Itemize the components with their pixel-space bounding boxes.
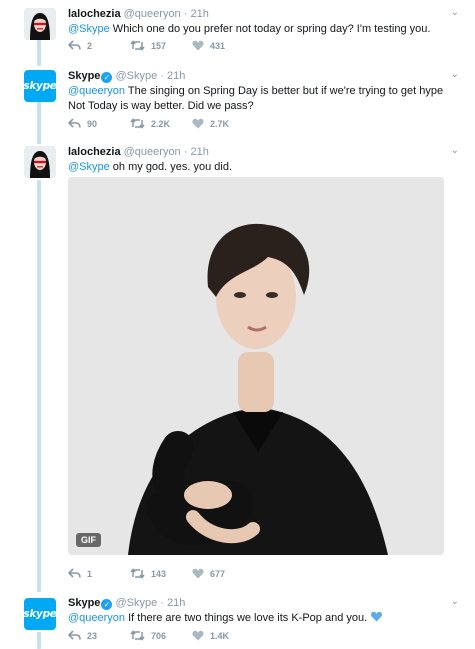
separator-dot: · [183, 8, 188, 20]
like-count: 431 [210, 40, 226, 51]
retweet-icon [130, 40, 145, 51]
timestamp[interactable]: 21h [167, 70, 185, 82]
retweet-icon [130, 568, 145, 579]
reply-count: 23 [87, 630, 98, 641]
retweet-icon [130, 118, 145, 129]
timestamp[interactable]: 21h [167, 597, 185, 609]
tweet[interactable]: skype Skype ✓ @Skype · 21h ⌄ @queeryon If… [0, 590, 475, 649]
avatar[interactable]: skype [24, 598, 56, 630]
avatar[interactable] [24, 146, 56, 178]
like-count: 677 [210, 568, 226, 579]
mention-link[interactable]: @Skype [68, 161, 110, 173]
gif-badge: GIF [76, 533, 101, 547]
gif-image [68, 177, 444, 555]
tweet[interactable]: skype Skype ✓ @Skype · 21h ⌄ @queeryon Th… [0, 62, 475, 138]
blue-heart-emoji-icon [371, 611, 383, 622]
author-handle[interactable]: @queeryon [124, 8, 181, 20]
retweet-button[interactable]: 143 [130, 568, 166, 579]
author-name[interactable]: lalochezia [68, 146, 121, 158]
avatar[interactable]: skype [24, 70, 56, 102]
retweet-button[interactable]: 706 [130, 630, 166, 641]
like-button[interactable]: 431 [192, 40, 225, 51]
like-count: 1.4K [210, 630, 230, 641]
avatar[interactable] [24, 8, 56, 40]
retweet-button[interactable]: 157 [130, 40, 166, 51]
like-button[interactable]: 2.7K [192, 118, 229, 129]
author-name[interactable]: Skype [68, 597, 100, 609]
skype-logo: skype [24, 80, 56, 92]
like-count: 2.7K [210, 118, 230, 129]
reply-button[interactable]: 23 [68, 630, 97, 641]
reply-count: 90 [87, 118, 98, 129]
author-handle[interactable]: @Skype [115, 70, 157, 82]
retweet-count: 157 [151, 40, 167, 51]
author-handle[interactable]: @queeryon [124, 146, 181, 158]
chevron-down-icon[interactable]: ⌄ [451, 7, 459, 18]
separator-dot: · [160, 70, 164, 82]
profile-photo [24, 146, 56, 178]
like-button[interactable]: 677 [192, 568, 225, 579]
author-name[interactable]: lalochezia [68, 8, 121, 20]
skype-logo: skype [24, 608, 56, 620]
reply-count: 1 [87, 568, 93, 579]
timestamp[interactable]: 21h [190, 146, 208, 158]
reply-icon [68, 118, 81, 128]
retweet-count: 2.2K [151, 118, 171, 129]
chevron-down-icon[interactable]: ⌄ [451, 145, 459, 156]
separator-dot: · [160, 597, 164, 609]
separator-dot: · [183, 146, 188, 158]
reply-icon [68, 40, 81, 50]
profile-photo [24, 8, 56, 40]
heart-icon [192, 118, 204, 129]
retweet-button[interactable]: 2.2K [130, 118, 170, 129]
author-handle[interactable]: @Skype [115, 597, 157, 609]
retweet-count: 706 [151, 630, 167, 641]
chevron-down-icon[interactable]: ⌄ [451, 596, 459, 607]
author-name[interactable]: Skype [68, 70, 100, 82]
heart-icon [192, 40, 204, 51]
tweet-text: @queeryon If there are two things we lov… [68, 611, 459, 626]
gif-media[interactable]: GIF [68, 177, 444, 555]
verified-badge-icon: ✓ [101, 72, 113, 83]
heart-icon [192, 568, 204, 579]
tweet-text: @queeryon The singing on Spring Day is b… [68, 85, 444, 112]
tweet-text: @Skype Which one do you prefer not today… [68, 23, 431, 35]
reply-button[interactable]: 2 [68, 40, 92, 51]
like-button[interactable]: 1.4K [192, 630, 229, 641]
retweet-icon [130, 630, 145, 641]
heart-icon [192, 630, 204, 641]
timestamp[interactable]: 21h [190, 8, 208, 20]
reply-button[interactable]: 90 [68, 118, 97, 129]
retweet-count: 143 [151, 568, 167, 579]
reply-icon [68, 630, 81, 640]
tweet-text: @Skype oh my god. yes. you did. [68, 161, 233, 173]
mention-link[interactable]: @queeryon [68, 612, 125, 624]
mention-link[interactable]: @queeryon [68, 85, 125, 97]
chevron-down-icon[interactable]: ⌄ [451, 69, 459, 80]
mention-link[interactable]: @Skype [68, 23, 110, 35]
reply-count: 2 [87, 40, 93, 51]
tweet[interactable]: lalochezia @queeryon · 21h ⌄ @Skype Whic… [0, 0, 475, 60]
verified-badge-icon: ✓ [101, 599, 113, 610]
reply-button[interactable]: 1 [68, 568, 92, 579]
reply-icon [68, 568, 81, 578]
